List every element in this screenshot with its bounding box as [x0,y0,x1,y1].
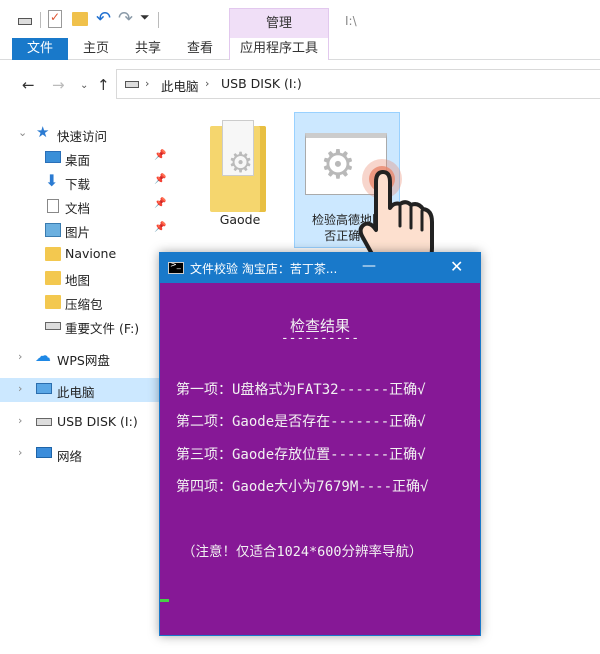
console-underline: ---------- [280,331,360,346]
console-window[interactable]: 文件校验 淘宝店：苦丁茶... — ✕ 检查结果 ---------- 第一项：… [159,252,481,636]
recent-locations-chevron-icon[interactable]: ⌄ [80,80,88,91]
sidebar-item-quick-access[interactable]: ⌄ ★ 快速访问 [0,122,172,146]
folder-icon [45,247,61,261]
file-item-gaode-folder[interactable]: ⚙ Gaode [200,120,280,230]
chevron-right-icon[interactable]: › [18,414,22,427]
customize-toolbar-icon[interactable]: ⏷ [140,10,150,28]
folder-icon [45,271,61,285]
manage-tab-group-label: 管理 [229,8,329,38]
ribbon-tabs: 文件 主页 共享 查看 应用程序工具 [0,38,600,60]
chevron-down-icon[interactable]: ⌄ [18,126,27,139]
sidebar-item-label: USB DISK (I:) [57,414,138,429]
sidebar-item-label: 此电脑 [57,385,95,400]
sidebar-item-label: 桌面 [65,153,91,168]
sidebar-item-label: 文档 [65,201,91,216]
properties-icon[interactable] [48,10,62,28]
sidebar-item-archives[interactable]: 压缩包 [0,290,172,314]
star-icon: ★ [36,123,50,141]
navigation-pane: ⌄ ★ 快速访问 桌面 📌 ⬇ 下载 📌 文档 📌 图片 📌 Navione 地… [0,110,172,654]
tab-home[interactable]: 主页 [76,38,116,60]
gear-icon: ⚙ [228,146,254,179]
pin-icon[interactable]: 📌 [154,174,166,185]
redo-icon[interactable]: ↷ [118,8,133,29]
chevron-right-icon[interactable]: › [18,382,22,395]
up-arrow-icon[interactable]: ↑ [97,76,110,94]
tab-application-tools[interactable]: 应用程序工具 [229,38,329,60]
console-icon [168,260,184,274]
sidebar-item-label: 网络 [57,449,83,464]
sidebar-item-label: 快速访问 [57,129,108,144]
sidebar-item-label: 下载 [65,177,91,192]
picture-icon [45,223,61,237]
undo-icon[interactable]: ↶ [96,8,111,29]
tab-view[interactable]: 查看 [180,38,220,60]
sidebar-item-label: 重要文件 (F:) [65,321,140,336]
sidebar-item-label: WPS网盘 [57,353,110,368]
back-arrow-icon[interactable]: ← [22,76,35,94]
tab-file[interactable]: 文件 [12,38,68,60]
forward-arrow-icon[interactable]: → [52,76,65,94]
computer-icon [36,383,52,394]
console-title-bar[interactable]: 文件校验 淘宝店：苦丁茶... — ✕ [160,253,480,283]
sidebar-item-this-pc[interactable]: › 此电脑 [0,378,172,402]
sidebar-item-usb-disk[interactable]: › USB DISK (I:) [0,410,172,434]
sidebar-item-wps-cloud[interactable]: › ☁ WPS网盘 [0,346,172,370]
drive-icon [125,81,139,88]
file-name: Gaode [219,212,261,227]
sidebar-item-label: 地图 [65,273,91,288]
breadcrumb-usb-disk[interactable]: USB DISK (I:) [221,76,302,91]
desktop-icon [45,151,61,163]
console-title: 文件校验 淘宝店：苦丁茶... [190,262,338,276]
divider [40,12,41,28]
network-icon [36,447,52,458]
sidebar-item-downloads[interactable]: ⬇ 下载 📌 [0,170,172,194]
pin-icon[interactable]: 📌 [154,198,166,209]
download-icon: ⬇ [45,171,59,190]
gear-icon: ⚙ [320,142,356,188]
pin-icon[interactable]: 📌 [154,150,166,161]
minimize-icon[interactable]: — [362,258,376,274]
close-icon[interactable]: ✕ [450,257,463,276]
chevron-right-icon[interactable]: › [18,446,22,459]
sidebar-item-label: 压缩包 [65,297,103,312]
address-bar[interactable]: › 此电脑 › USB DISK (I:) [116,69,600,99]
check-line-4: 第四项：Gaode大小为7679M----正确√ [176,479,429,495]
sidebar-item-pictures[interactable]: 图片 📌 [0,218,172,242]
drive-icon[interactable] [18,18,32,25]
sidebar-item-desktop[interactable]: 桌面 📌 [0,146,172,170]
navigation-bar: ← → ⌄ ↑ › 此电脑 › USB DISK (I:) [0,60,600,110]
folder-icon [45,295,61,309]
sidebar-item-documents[interactable]: 文档 📌 [0,194,172,218]
new-folder-icon[interactable] [72,12,88,26]
text-cursor [160,599,169,602]
tab-share[interactable]: 共享 [128,38,168,60]
cloud-icon: ☁ [35,346,51,365]
divider [158,12,159,28]
pin-icon[interactable]: 📌 [154,222,166,233]
title-bar: ↶ ↷ ⏷ 管理 I:\ [0,0,600,40]
sidebar-item-label: 图片 [65,225,91,240]
chevron-right-icon[interactable]: › [145,77,149,90]
resolution-note: （注意！仅适合1024*600分辨率导航） [182,544,423,560]
sidebar-item-label: Navione [65,246,117,261]
drive-icon [36,418,52,426]
chevron-right-icon[interactable]: › [18,350,22,363]
document-icon [47,199,59,213]
sidebar-item-network[interactable]: › 网络 [0,442,172,466]
check-line-3: 第三项：Gaode存放位置-------正确√ [176,447,426,463]
breadcrumb-this-pc[interactable]: 此电脑 [161,76,199,95]
sidebar-item-navione[interactable]: Navione [0,242,172,266]
chevron-right-icon[interactable]: › [205,77,209,90]
check-line-2: 第二项：Gaode是否存在-------正确√ [176,414,426,430]
sidebar-item-map[interactable]: 地图 [0,266,172,290]
drive-icon [45,322,61,330]
sidebar-item-important-files-drive[interactable]: 重要文件 (F:) [0,314,172,338]
check-line-1: 第一项：U盘格式为FAT32------正确√ [176,382,426,398]
window-title: I:\ [345,14,357,28]
